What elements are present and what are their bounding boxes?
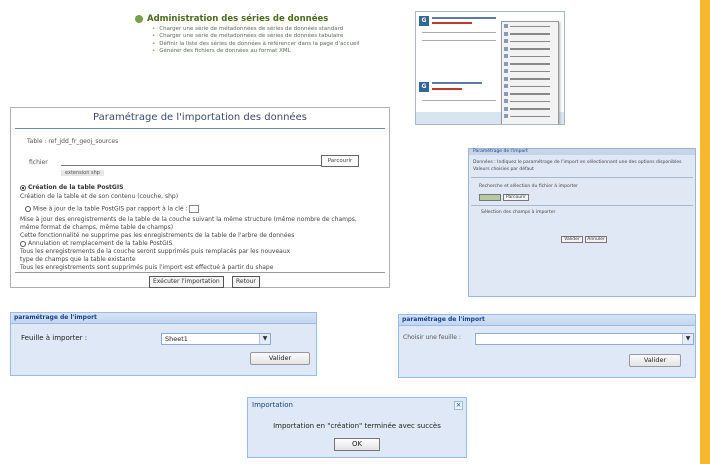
- option-create[interactable]: Création de la table PostGIS: [20, 184, 123, 191]
- option-create-desc: Création de la table et de son contenu (…: [20, 193, 179, 200]
- option-update-desc: Cette fonctionnalité ne supprime pas les…: [20, 232, 295, 239]
- import-success-dialog: Importation × Importation en "création" …: [247, 397, 467, 458]
- app-icon: G: [419, 82, 429, 92]
- menu-item[interactable]: [504, 106, 556, 113]
- dialog-title: Importation: [252, 401, 293, 409]
- panel-text: Sélection des champs à importer: [481, 210, 556, 215]
- panel-text: Recherche et sélection du fichier à impo…: [479, 184, 578, 189]
- dialog-message: Importation en "création" terminée avec …: [273, 422, 441, 430]
- menu-item[interactable]: [504, 98, 556, 105]
- sheet-select[interactable]: Sheet1 ▼: [161, 333, 271, 345]
- admin-link[interactable]: Charger une série de métadonnées de séri…: [152, 33, 359, 40]
- menu-item[interactable]: [504, 68, 556, 75]
- panel-text: Données : Indiquez le paramétrage de l'i…: [473, 160, 682, 165]
- option-update-desc: Mise à jour des enregistrements de la ta…: [20, 216, 357, 223]
- menu-item[interactable]: [504, 83, 556, 90]
- panel-text: Valeurs choisies par défaut: [473, 167, 534, 172]
- menu-item[interactable]: [504, 76, 556, 83]
- execute-button[interactable]: Exécuter l'importation: [149, 276, 224, 288]
- accent-strip: [700, 0, 710, 464]
- option-annul-desc: type de champs que la table existante: [20, 256, 136, 263]
- menu-item[interactable]: [504, 113, 556, 120]
- menu-item[interactable]: [504, 23, 556, 30]
- sheet-label: Choisir une feuille :: [403, 334, 461, 341]
- key-select[interactable]: [189, 205, 200, 213]
- file-label: fichier: [29, 159, 48, 166]
- panel-header: paramétrage de l'import: [399, 315, 695, 326]
- admin-link[interactable]: Générer des fichiers de données au forma…: [152, 48, 359, 55]
- menu-item[interactable]: [504, 46, 556, 53]
- option-update-desc: même format de champs, même table de cha…: [20, 224, 174, 231]
- file-hint: extension shp: [61, 170, 104, 176]
- menu-item[interactable]: [504, 38, 556, 45]
- cancel-button[interactable]: Annuler: [585, 236, 607, 243]
- panel-header: paramétrage de l'import: [11, 313, 316, 324]
- browse-button[interactable]: Parcourir: [321, 155, 359, 167]
- option-update[interactable]: Mise à jour de la table PostGIS par rapp…: [25, 205, 200, 213]
- panel-header: Paramétrage de l'import: [473, 149, 528, 154]
- import-panel-sheet: paramétrage de l'import Feuille à import…: [10, 312, 317, 376]
- import-panel-choose: paramétrage de l'import Choisir une feui…: [398, 314, 696, 378]
- table-name: Table : ref_jdd_fr_geoj_sources: [27, 138, 119, 145]
- browse-button[interactable]: Parcourir: [503, 194, 529, 201]
- radio-annul[interactable]: [20, 240, 26, 247]
- option-annul[interactable]: Annulation et remplacement de la table P…: [20, 240, 172, 247]
- divider: [15, 128, 385, 129]
- menu-item[interactable]: [504, 61, 556, 68]
- option-annul-desc: Tous les enregistrements de la couche se…: [20, 248, 291, 255]
- sheet-select-value: Sheet1: [165, 335, 188, 343]
- admin-link-list: Charger une série de métadonnées de séri…: [152, 26, 359, 55]
- radio-create[interactable]: [20, 184, 26, 191]
- close-icon[interactable]: ×: [454, 401, 463, 410]
- bullet-icon: [135, 14, 143, 23]
- chevron-down-icon[interactable]: ▼: [682, 334, 693, 344]
- ok-button[interactable]: OK: [334, 438, 380, 451]
- validate-button[interactable]: Valider: [629, 354, 681, 367]
- sheet-label: Feuille à importer :: [21, 334, 88, 342]
- admin-title-text: Administration des séries de données: [147, 14, 329, 24]
- option-annul-desc: Tous les enregistrements sont supprimés …: [20, 264, 274, 271]
- import-settings-form: Paramétrage de l'importation des données…: [10, 107, 390, 288]
- validate-button[interactable]: Valider: [561, 236, 583, 243]
- chevron-down-icon[interactable]: ▼: [259, 334, 270, 344]
- menu-item[interactable]: [504, 31, 556, 38]
- menu-item[interactable]: [504, 53, 556, 60]
- app-icon: G: [419, 16, 429, 26]
- admin-title: Administration des séries de données: [135, 14, 328, 24]
- menu-item[interactable]: [504, 91, 556, 98]
- divider: [15, 272, 385, 273]
- form-title: Paramétrage de l'importation des données: [93, 112, 307, 123]
- context-menu: [501, 21, 559, 124]
- sheet-select[interactable]: ▼: [475, 333, 694, 345]
- validate-button[interactable]: Valider: [250, 352, 310, 365]
- radio-update[interactable]: [25, 206, 31, 212]
- file-input[interactable]: [61, 157, 323, 166]
- file-input[interactable]: [479, 194, 501, 201]
- return-button[interactable]: Retour: [232, 276, 260, 288]
- admin-link[interactable]: Définir la liste des séries de données à…: [152, 41, 359, 48]
- postgis-screenshot: G G: [415, 11, 565, 125]
- import-wizard-panel: Paramétrage de l'import Données : Indiqu…: [468, 148, 696, 297]
